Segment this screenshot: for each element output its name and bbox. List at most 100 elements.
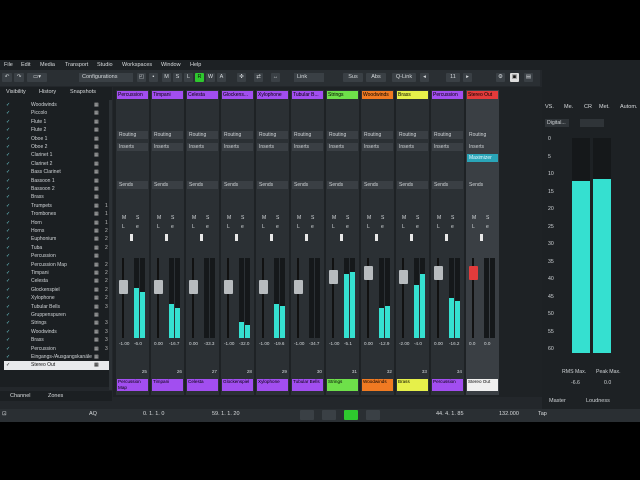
previous-icon[interactable]: ◂ — [420, 73, 429, 82]
strip-name-top[interactable]: Percussion — [117, 91, 148, 99]
channel-strip[interactable]: Celesta Routing Inserts Sends M S Le 0.00 -33.3 2… — [186, 90, 219, 395]
solo-button[interactable]: S — [451, 215, 454, 221]
strip-name-bottom[interactable]: Strings — [327, 379, 358, 391]
visibility-row[interactable]: ✓ Flute 1 ▦ — [4, 118, 110, 126]
col-cr[interactable]: CR — [584, 104, 592, 110]
solo-button[interactable]: S — [486, 215, 489, 221]
visibility-check-icon[interactable]: ✓ — [6, 235, 10, 243]
strip-name-top[interactable]: Celesta — [187, 91, 218, 99]
visibility-check-icon[interactable]: ✓ — [6, 160, 10, 168]
visibility-row[interactable]: ✓ Clarinet 1 ▦ — [4, 151, 110, 159]
sends-section[interactable]: Sends — [467, 181, 498, 189]
strip-name-top[interactable]: Woodwinds — [362, 91, 393, 99]
fader-handle[interactable] — [294, 280, 303, 294]
visibility-row[interactable]: ✓ Oboe 1 ▦ — [4, 135, 110, 143]
edit-button[interactable]: e — [206, 224, 209, 230]
pan-knob[interactable] — [235, 234, 238, 241]
listen-button[interactable]: L — [367, 224, 370, 230]
fader-handle[interactable] — [469, 266, 478, 280]
tab-history[interactable]: History — [39, 89, 56, 95]
visibility-check-icon[interactable]: ✓ — [6, 118, 10, 126]
play-icon[interactable] — [344, 410, 358, 420]
mute-button[interactable]: M — [332, 215, 336, 221]
fader-handle[interactable] — [329, 270, 338, 284]
solo-button[interactable]: S — [206, 215, 209, 221]
edit-button[interactable]: e — [171, 224, 174, 230]
insert-slot[interactable]: Maximizer — [467, 154, 498, 162]
sends-section[interactable]: Sends — [327, 181, 358, 189]
fader-handle[interactable] — [259, 280, 268, 294]
solo-button[interactable]: S — [381, 215, 384, 221]
sends-section[interactable]: Sends — [432, 181, 463, 189]
strip-name-bottom[interactable]: Timpani — [152, 379, 183, 391]
pan-knob[interactable] — [270, 234, 273, 241]
edit-button[interactable]: e — [276, 224, 279, 230]
volume-value[interactable]: 0.00 — [154, 341, 163, 346]
visibility-row[interactable]: ✓ Timpani ▦ 2 — [4, 269, 110, 277]
routing-section[interactable]: Routing — [397, 131, 428, 139]
inserts-section[interactable]: Inserts — [257, 143, 288, 151]
menu-studio[interactable]: Studio — [97, 62, 113, 68]
absolute-button[interactable]: Abs — [366, 73, 386, 82]
visibility-row[interactable]: ✓ Flute 2 ▦ — [4, 126, 110, 134]
strip-name-bottom[interactable]: Stereo Out — [467, 379, 498, 391]
listen-button[interactable]: L — [157, 224, 160, 230]
record-icon[interactable] — [366, 410, 380, 420]
menu-media[interactable]: Media — [40, 62, 55, 68]
fader-handle[interactable] — [399, 270, 408, 284]
visibility-row[interactable]: ✓ Trombones ▦ 1 — [4, 210, 110, 218]
channel-strip[interactable]: Stereo Out Routing Inserts Maximizer Sends M S… — [466, 90, 499, 395]
visibility-row[interactable]: ✓ Eingangs-/Ausgangskanäle ▦ — [4, 353, 110, 361]
channel-strip[interactable]: Tubular B... Routing Inserts Sends M S Le -1.00… — [291, 90, 324, 395]
routing-section[interactable]: Routing — [187, 131, 218, 139]
volume-value[interactable]: -2.00 — [399, 341, 409, 346]
strip-name-top[interactable]: Tubular B... — [292, 91, 323, 99]
fader-handle[interactable] — [119, 280, 128, 294]
visibility-row[interactable]: ✓ Trumpets ▦ 1 — [4, 202, 110, 210]
strip-name-bottom[interactable]: Glockenspiel — [222, 379, 253, 391]
stop-icon[interactable] — [322, 410, 336, 420]
camera-icon[interactable]: ◰ — [137, 73, 146, 82]
routing-section[interactable]: Routing — [327, 131, 358, 139]
solo-all-button[interactable]: S — [173, 73, 182, 82]
volume-value[interactable]: -1.00 — [119, 341, 129, 346]
sends-section[interactable]: Sends — [222, 181, 253, 189]
visibility-check-icon[interactable]: ✓ — [6, 294, 10, 302]
mute-all-button[interactable]: M — [162, 73, 171, 82]
meter-setting-dropdown[interactable] — [580, 119, 604, 127]
pan-knob[interactable] — [305, 234, 308, 241]
volume-value[interactable]: 0.00 — [434, 341, 443, 346]
volume-value[interactable]: -1.00 — [224, 341, 234, 346]
inserts-section[interactable]: Inserts — [432, 143, 463, 151]
visibility-check-icon[interactable]: ✓ — [6, 135, 10, 143]
visibility-check-icon[interactable]: ✓ — [6, 193, 10, 201]
visibility-row[interactable]: ✓ Percussion Map ▦ 2 — [4, 261, 110, 269]
routing-section[interactable]: Routing — [362, 131, 393, 139]
edit-button[interactable]: e — [136, 224, 139, 230]
volume-value[interactable]: 0.00 — [189, 341, 198, 346]
link-dropdown[interactable]: Link — [294, 73, 324, 82]
channel-strip[interactable]: Brass Routing Inserts Sends M S Le -2.00 -4.0 33 B… — [396, 90, 429, 395]
visibility-check-icon[interactable]: ✓ — [6, 202, 10, 210]
menu-edit[interactable]: Edit — [21, 62, 30, 68]
routing-section[interactable]: Routing — [257, 131, 288, 139]
listen-button[interactable]: L — [437, 224, 440, 230]
strip-name-bottom[interactable]: Tubular Bells — [292, 379, 323, 391]
strip-name-bottom[interactable]: Celesta — [187, 379, 218, 391]
mute-button[interactable]: M — [472, 215, 476, 221]
edit-button[interactable]: e — [486, 224, 489, 230]
tab-channel[interactable]: Channel — [10, 393, 31, 399]
visibility-check-icon[interactable]: ✓ — [6, 336, 10, 344]
configurations-dropdown[interactable]: Configurations — [79, 73, 133, 82]
edit-button[interactable]: e — [311, 224, 314, 230]
channel-strip[interactable]: Strings Routing Inserts Sends M S Le -1.00 -5.1 3… — [326, 90, 359, 395]
listen-button[interactable]: L — [122, 224, 125, 230]
visibility-row[interactable]: ✓ Stereo Out ▦ — [4, 361, 110, 370]
solo-button[interactable]: S — [136, 215, 139, 221]
routing-section[interactable]: Routing — [117, 131, 148, 139]
window-layout-icon[interactable]: ▭▾ — [27, 73, 47, 82]
inserts-section[interactable]: Inserts — [362, 143, 393, 151]
suspend-button[interactable]: Sus — [343, 73, 363, 82]
visibility-row[interactable]: ✓ Gruppenspuren ▦ — [4, 311, 110, 319]
listen-all-button[interactable]: L — [184, 73, 193, 82]
